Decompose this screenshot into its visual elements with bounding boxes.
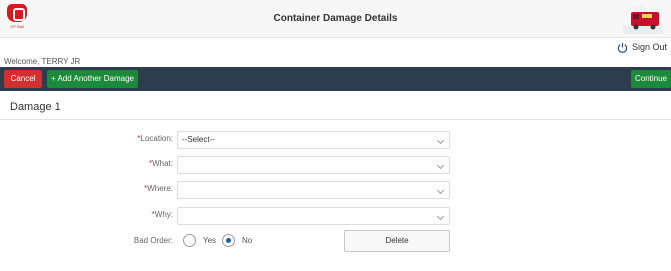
sign-out-link[interactable]: Sign Out — [617, 40, 667, 54]
what-label: *What: — [148, 159, 173, 168]
where-label: *Where: — [144, 184, 173, 193]
action-toolbar: Cancel + Add Another Damage Continue — [0, 67, 671, 91]
continue-button[interactable]: Continue — [631, 70, 671, 88]
chevron-down-icon — [436, 161, 445, 170]
page-title: Container Damage Details — [273, 13, 398, 24]
bad-order-no-label: No — [242, 236, 253, 245]
chevron-down-icon — [436, 212, 445, 221]
bad-order-yes-radio[interactable] — [183, 234, 196, 247]
section-title: Damage 1 — [10, 101, 61, 113]
location-select[interactable]: --Select-- — [177, 131, 450, 149]
cancel-button[interactable]: Cancel — [4, 70, 42, 88]
bad-order-yes-label: Yes — [203, 236, 217, 245]
app-header: CP Rail Container Damage Details — [0, 0, 671, 38]
bad-order-no-radio[interactable] — [222, 234, 235, 247]
delete-button[interactable]: Delete — [344, 230, 450, 252]
chevron-down-icon — [436, 186, 445, 195]
section-divider — [0, 119, 671, 120]
location-value: --Select-- — [182, 135, 215, 144]
sign-out-label: Sign Out — [631, 42, 667, 52]
why-label: *Why: — [151, 210, 173, 219]
locomotive-icon — [623, 4, 663, 34]
why-select[interactable] — [177, 207, 450, 225]
what-select[interactable] — [177, 156, 450, 174]
welcome-text: Welcome, TERRY JR — [4, 57, 81, 66]
bad-order-label: Bad Order: — [133, 236, 173, 245]
add-damage-button[interactable]: + Add Another Damage — [47, 70, 138, 88]
chevron-down-icon — [436, 136, 445, 145]
where-select[interactable] — [177, 181, 450, 199]
location-label: *Location: — [137, 134, 173, 143]
power-icon — [617, 42, 628, 53]
